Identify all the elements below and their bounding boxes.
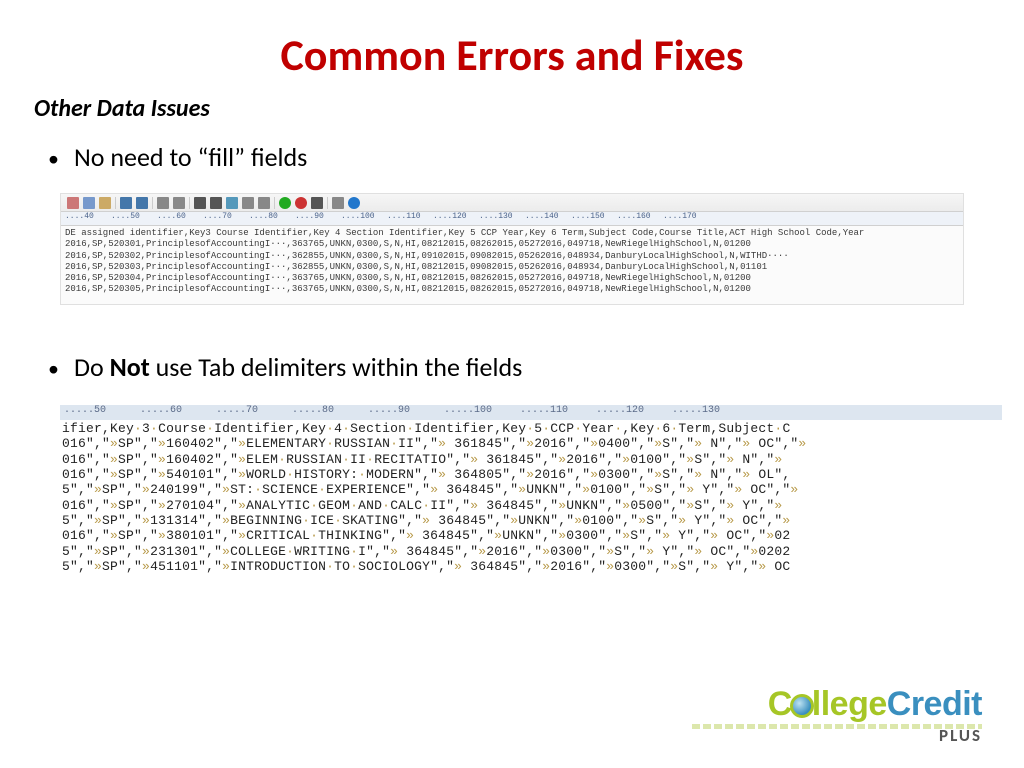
editor-ruler: ....40....50....60....70....80....90....… — [61, 212, 963, 226]
bookmark-icon — [226, 197, 238, 209]
slide-title: Common Errors and Fixes — [0, 0, 1024, 94]
settings-icon — [332, 197, 344, 209]
play-icon — [295, 197, 307, 209]
cut-icon — [67, 197, 79, 209]
editor-ruler: .....50.....60.....70.....80.....90.....… — [60, 405, 1002, 420]
bullet-text: No need to “fill” fields — [74, 141, 307, 173]
find-icon — [194, 197, 206, 209]
bullet-marker: • — [48, 355, 74, 382]
editor-content: DE assigned identifier,Key3 Course Ident… — [61, 226, 963, 298]
toggle-2-icon — [173, 197, 185, 209]
editor-toolbar — [61, 194, 963, 212]
bookmark-prev-icon — [258, 197, 270, 209]
college-credit-plus-logo: CllegeCredit PLUS — [692, 685, 982, 746]
redo-icon — [136, 197, 148, 209]
text-editor-screenshot-2: .....50.....60.....70.....80.....90.....… — [60, 405, 1002, 573]
help-icon — [348, 197, 360, 209]
record-icon — [279, 197, 291, 209]
undo-icon — [120, 197, 132, 209]
copy-icon — [83, 197, 95, 209]
paste-icon — [99, 197, 111, 209]
bullet-text: Do Not use Tab delimiters within the fie… — [74, 351, 522, 383]
editor-content: ifier,Key·3·Course·Identifier,Key·4·Sect… — [60, 420, 1002, 573]
bookmark-next-icon — [242, 197, 254, 209]
toggle-1-icon — [157, 197, 169, 209]
bullet-marker: • — [48, 145, 74, 172]
stop-icon — [311, 197, 323, 209]
bullet-tab-delimiters: • Do Not use Tab delimiters within the f… — [0, 351, 1024, 397]
section-heading: Other Data Issues — [0, 94, 1024, 141]
replace-icon — [210, 197, 222, 209]
text-editor-screenshot-1: ....40....50....60....70....80....90....… — [60, 193, 964, 305]
logo-o-icon — [790, 694, 814, 718]
bullet-fill-fields: • No need to “fill” fields — [0, 141, 1024, 187]
